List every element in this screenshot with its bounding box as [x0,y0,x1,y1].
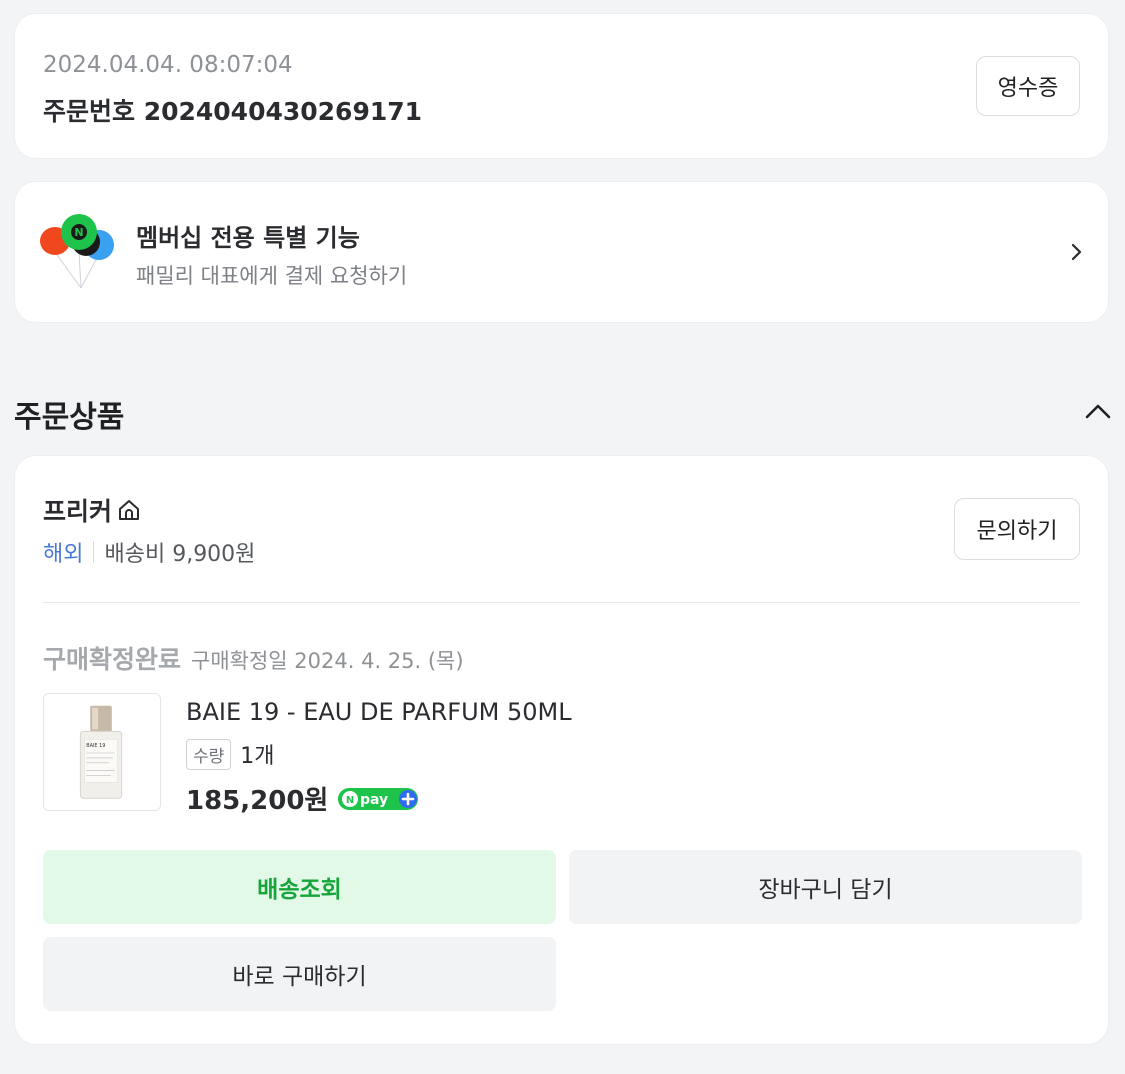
section-title: 주문상품 [14,400,125,435]
order-card: 2024.04.04. 08:07:04 주문번호 20240404302691… [14,13,1109,159]
order-datetime: 2024.04.04. 08:07:04 [43,52,293,78]
divider [43,602,1080,603]
npay-plus-badge: N pay [338,787,419,810]
buy-now-button[interactable]: 바로 구매하기 [43,937,556,1011]
svg-text:N: N [346,795,354,806]
add-to-cart-button[interactable]: 장바구니 담기 [569,850,1082,924]
svg-text:pay: pay [360,792,388,808]
chevron-right-icon [1071,243,1082,261]
shipping-fee: 배송비 9,900원 [104,542,256,567]
order-number: 주문번호 2024040430269171 [43,97,423,126]
receipt-button[interactable]: 영수증 [976,56,1080,116]
balloons-icon: N [40,214,114,289]
svg-text:N: N [74,226,83,239]
product-price: 185,200원 [186,786,329,816]
thumb-label: BAIE 19 [86,743,105,749]
product-name[interactable]: BAIE 19 - EAU DE PARFUM 50ML [186,698,572,726]
membership-subtitle: 패밀리 대표에게 결제 요청하기 [136,264,408,288]
quantity-tag: 수량 [186,738,232,770]
membership-title: 멤버십 전용 특별 기능 [136,224,360,252]
order-item-card: 프리커 해외 배송비 9,900원 문의하기 구매확정완료 구매확정일 2024… [14,455,1109,1045]
quantity-value: 1개 [240,744,275,769]
inquiry-button[interactable]: 문의하기 [954,498,1080,560]
shipping-info: 해외 배송비 9,900원 [43,536,255,568]
quantity-row: 수량 1개 [186,738,275,770]
shipping-origin: 해외 [43,542,84,567]
home-icon [119,500,140,520]
order-status: 구매확정완료 구매확정일 2024. 4. 25. (목) [43,640,464,676]
product-thumbnail[interactable]: BAIE 19 [43,693,161,811]
track-delivery-button[interactable]: 배송조회 [43,850,556,924]
store-row[interactable]: 프리커 [43,492,142,528]
chevron-up-icon[interactable] [1082,396,1114,428]
store-name: 프리커 [43,497,113,526]
price-row: 185,200원 N pay [186,780,420,817]
divider [93,541,95,563]
status-label: 구매확정완료 [43,645,182,674]
membership-banner[interactable]: N 멤버십 전용 특별 기능 패밀리 대표에게 결제 요청하기 [14,181,1109,323]
confirm-date: 구매확정일 2024. 4. 25. (목) [191,649,464,673]
